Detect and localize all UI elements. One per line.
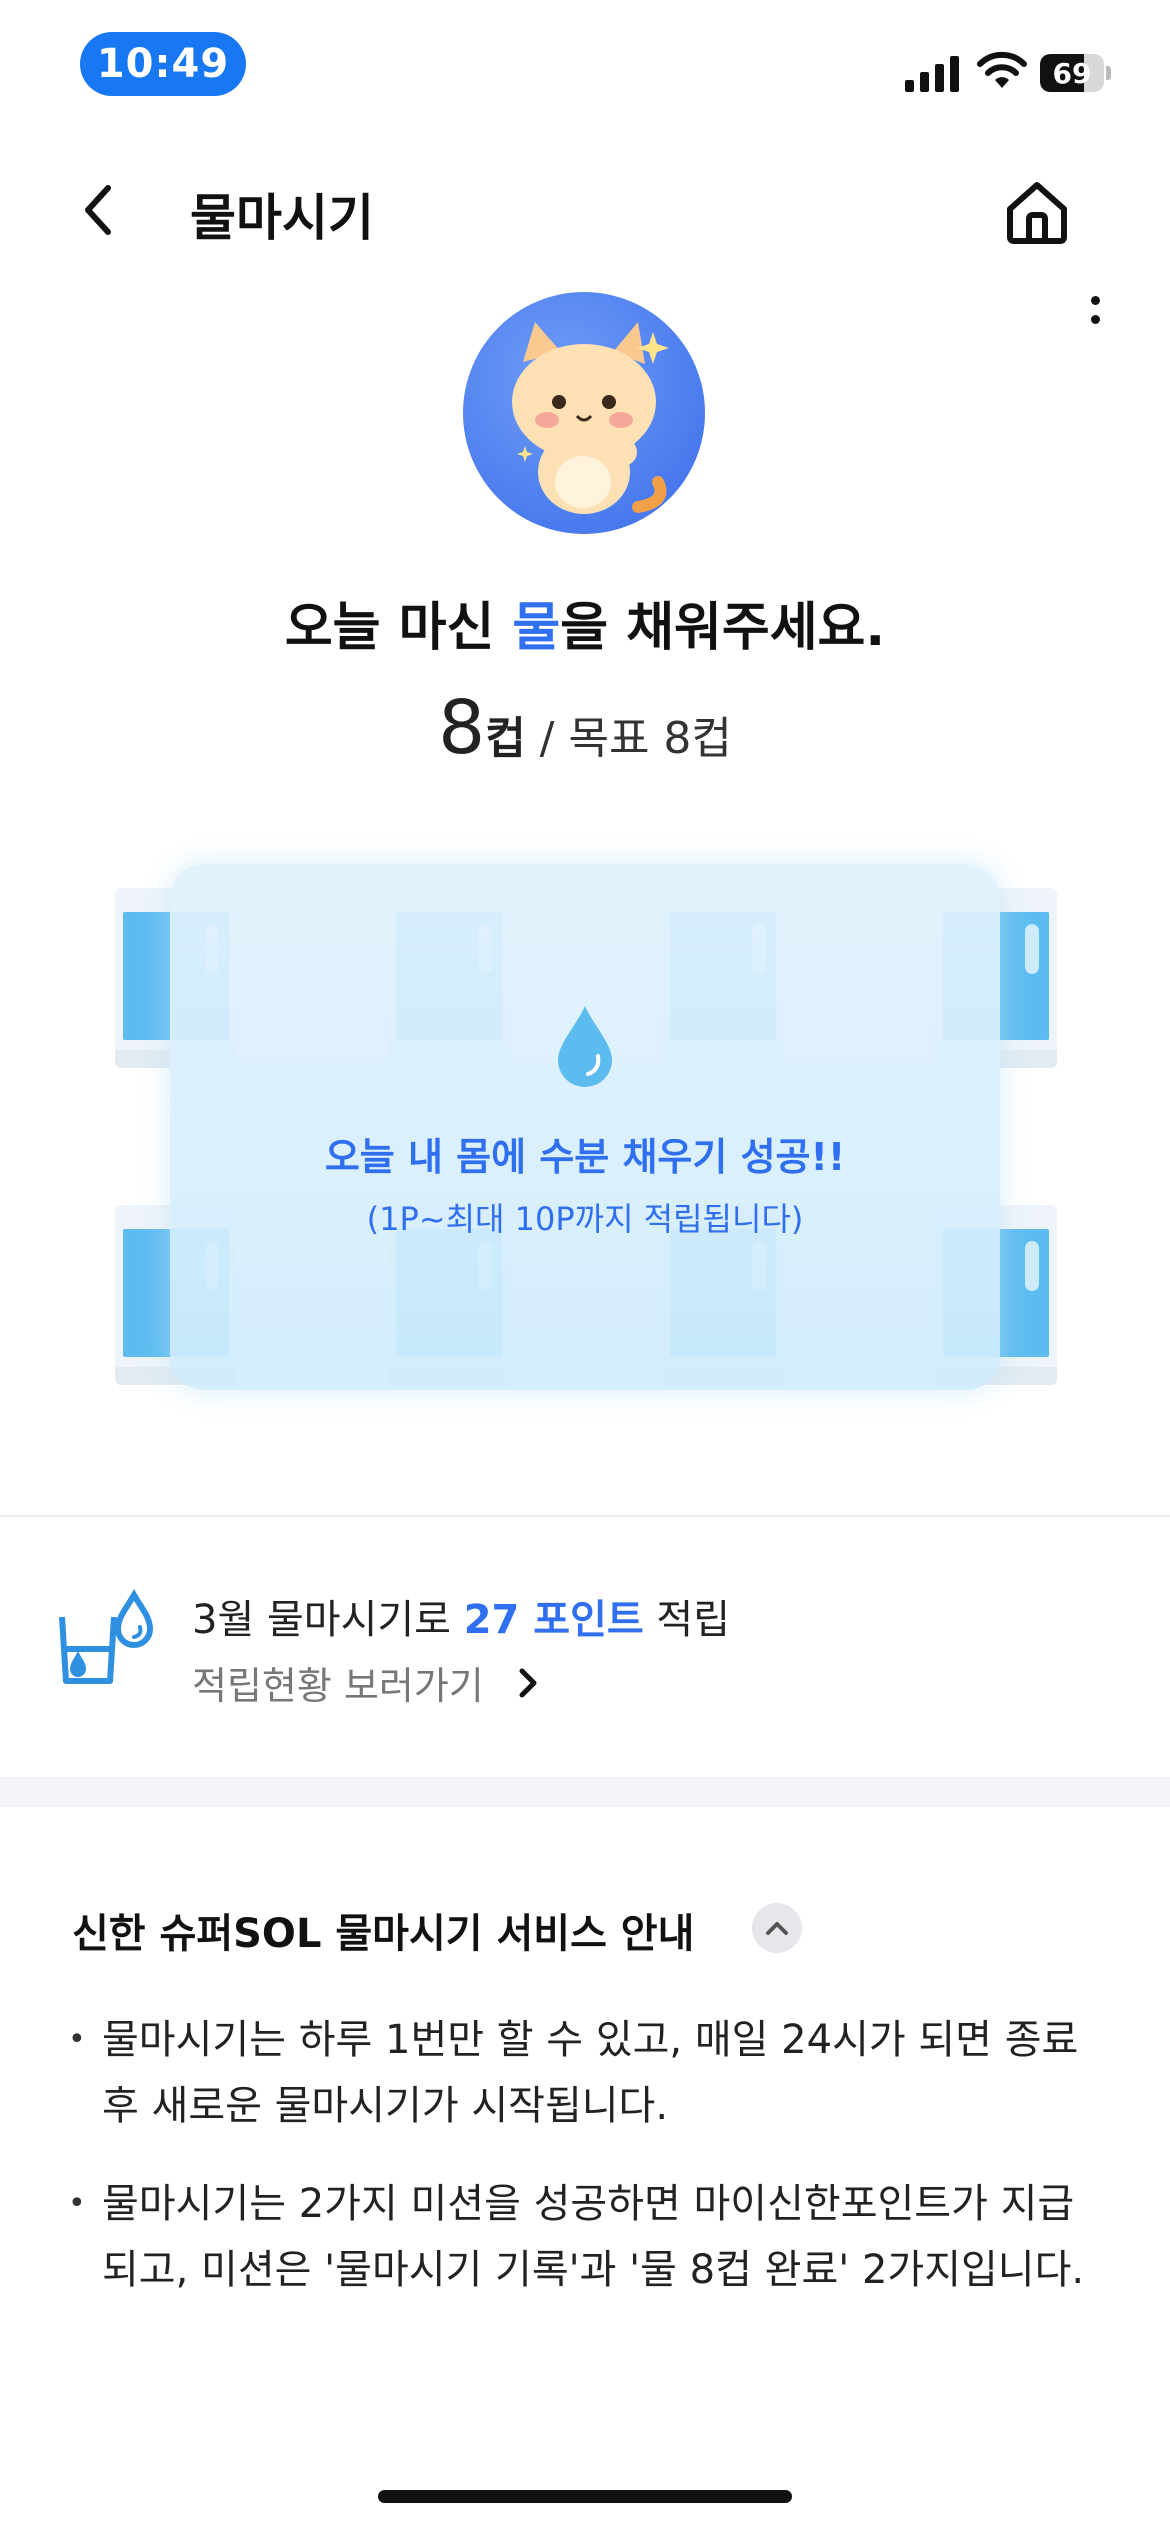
- water-drop-icon: [558, 1006, 612, 1087]
- success-message: 오늘 내 몸에 수분 채우기 성공!!: [324, 1135, 846, 1179]
- chevron-right-icon: [519, 1668, 537, 1697]
- page-title: 물마시기: [190, 189, 374, 247]
- scroll-fade: [0, 2442, 1170, 2532]
- service-info: 신한 슈퍼SOL 물마시기 서비스 안내 물마시기는 하루 1번만 할 수 있고…: [0, 1807, 1170, 2532]
- status-time: 10:49: [80, 32, 246, 96]
- section-separator: [0, 1777, 1170, 1807]
- success-subtext: (1P~최대 10P까지 적립됩니다): [366, 1200, 804, 1238]
- points-history-label: 적립현황 보러가기: [192, 1664, 484, 1708]
- home-icon: [1007, 182, 1067, 244]
- wifi-icon: [977, 51, 1027, 88]
- more-options-button[interactable]: [1075, 280, 1115, 340]
- points-history-link[interactable]: 적립현황 보러가기: [192, 1655, 542, 1710]
- collapse-button[interactable]: [752, 1903, 802, 1953]
- chevron-up-icon: [766, 1922, 788, 1935]
- cat-mascot-icon: [512, 322, 669, 514]
- status-bar: 10:49 69: [0, 0, 1170, 130]
- water-glass-icon: [59, 1589, 154, 1684]
- battery-percent: 69: [1052, 56, 1092, 90]
- cup-count: 8컵 / 목표 8컵: [438, 685, 732, 771]
- info-list: 물마시기는 하루 1번만 할 수 있고, 매일 24시가 되면 종료 후 새로운…: [68, 2007, 1108, 2335]
- header: 물마시기: [0, 150, 1170, 270]
- success-overlay: 오늘 내 몸에 수분 채우기 성공!! (1P~최대 10P까지 적립됩니다): [170, 864, 1000, 1390]
- mascot-character: [463, 292, 705, 534]
- points-summary: 3월 물마시기로 27 포인트 적립 적립현황 보러가기: [0, 1517, 1170, 1777]
- cups-grid: 오늘 내 몸에 수분 채우기 성공!! (1P~최대 10P까지 적립됩니다): [0, 860, 1170, 1440]
- home-indicator[interactable]: [378, 2490, 792, 2503]
- service-info-title: 신한 슈퍼SOL 물마시기 서비스 안내: [72, 1911, 695, 1957]
- chevron-left-icon: [85, 185, 111, 235]
- back-button[interactable]: [60, 172, 136, 248]
- cellular-signal-icon: [905, 52, 959, 92]
- home-button[interactable]: [995, 170, 1079, 254]
- info-item: 물마시기는 하루 1번만 할 수 있고, 매일 24시가 되면 종료 후 새로운…: [68, 2007, 1108, 2139]
- info-item: 물마시기는 2가지 미션을 성공하면 마이신한포인트가 지급되고, 미션은 '물…: [68, 2171, 1108, 2303]
- headline: 오늘 마신 물을 채워주세요.: [284, 598, 886, 658]
- points-text: 3월 물마시기로 27 포인트 적립: [192, 1597, 731, 1643]
- battery-icon: 69: [1040, 54, 1112, 92]
